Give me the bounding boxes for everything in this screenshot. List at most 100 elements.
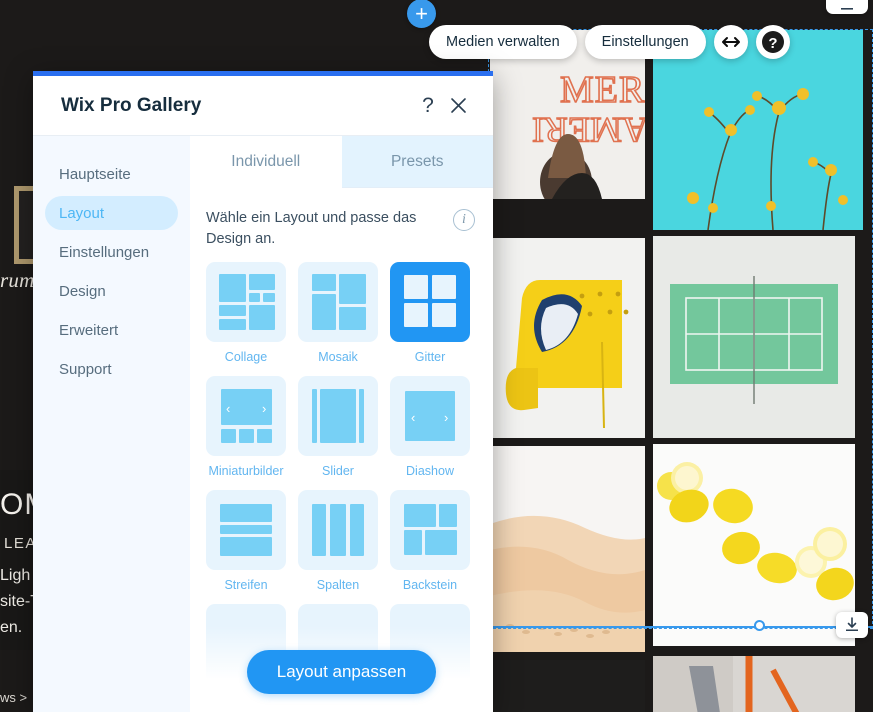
chevron-right-icon: › <box>262 401 267 416</box>
layout-option-spalten[interactable]: Spalten <box>298 490 378 592</box>
layout-option-label: Gitter <box>414 350 446 364</box>
yellow-sofa-photo <box>490 238 645 438</box>
add-element-button[interactable]: + <box>407 0 436 28</box>
gallery-tile-yellow-sofa[interactable] <box>490 238 645 438</box>
green-tennis-court-photo <box>653 236 855 438</box>
layout-option-diashow[interactable]: ‹ › Diashow <box>390 376 470 478</box>
mosaik-thumbnail <box>298 262 378 342</box>
left-site-line-3: en. <box>0 619 23 636</box>
layout-option-mosaik[interactable]: Mosaik <box>298 262 378 364</box>
slider-thumbnail <box>298 376 378 456</box>
chevron-right-icon: › <box>444 410 449 425</box>
gallery-tile-lemons[interactable] <box>653 444 855 646</box>
sidebar-item-label: Hauptseite <box>59 165 131 183</box>
settings-label: Einstellungen <box>601 34 689 50</box>
close-x-icon <box>450 98 466 113</box>
dialog-tabs[interactable]: Individuell Presets <box>190 136 493 188</box>
layout-option-label: Streifen <box>224 578 268 592</box>
layout-option-label: Mosaik <box>318 350 358 364</box>
info-circle-icon[interactable]: i <box>453 209 475 231</box>
miniaturbilder-thumbnail: ‹ › <box>206 376 286 456</box>
svg-text:MERICA: MERICA <box>560 69 645 111</box>
sidebar-item-hauptseite[interactable]: Hauptseite <box>45 157 178 191</box>
sidebar-item-label: Layout <box>59 204 105 222</box>
manage-media-label: Medien verwalten <box>446 34 560 50</box>
resize-rail <box>488 626 873 628</box>
settings-button[interactable]: Einstellungen <box>584 25 706 59</box>
sidebar-item-label: Support <box>59 360 112 378</box>
gallery-tile-bicycle[interactable] <box>653 656 855 712</box>
backstein-thumbnail <box>390 490 470 570</box>
diashow-thumbnail: ‹ › <box>390 376 470 456</box>
minimize-icon <box>841 8 853 10</box>
dialog-close-button[interactable] <box>443 91 473 121</box>
svg-text:AMERI: AMERI <box>532 110 645 150</box>
gallery-tile-desert[interactable] <box>490 446 645 652</box>
tab-label: Individuell <box>231 152 301 170</box>
layout-option-label: Collage <box>224 350 268 364</box>
layout-option-gitter[interactable]: Gitter <box>390 262 470 364</box>
tab-individuell[interactable]: Individuell <box>190 136 342 188</box>
left-site-footer-link[interactable]: ws > <box>0 690 27 705</box>
layout-option-label: Slider <box>322 464 354 478</box>
question-mark-circle-icon: ? <box>761 31 784 53</box>
dialog-title: Wix Pro Gallery <box>61 94 202 116</box>
layout-option-label: Backstein <box>402 578 458 592</box>
component-toolbar[interactable]: Medien verwalten Einstellungen ? <box>429 25 790 59</box>
layout-option-label: Diashow <box>406 464 454 478</box>
cta-container: Layout anpassen <box>190 650 493 694</box>
tab-presets[interactable]: Presets <box>341 136 493 188</box>
sidebar-item-einstellungen[interactable]: Einstellungen <box>45 235 178 269</box>
dialog-body: Hauptseite Layout Einstellungen Design E… <box>33 136 493 712</box>
layout-option-label: Spalten <box>316 578 360 592</box>
pro-gallery-preview[interactable]: MERICA AMERI <box>490 30 873 712</box>
selection-handle-bottom[interactable] <box>754 620 765 631</box>
sidebar-item-support[interactable]: Support <box>45 352 178 386</box>
help-button[interactable]: ? <box>755 25 790 59</box>
left-site-line-1: Ligh <box>0 567 31 584</box>
wix-pro-gallery-dialog[interactable]: Wix Pro Gallery ? Hauptseite Layout Eins… <box>33 71 493 712</box>
download-icon <box>846 617 858 631</box>
layout-option-slider[interactable]: Slider <box>298 376 378 478</box>
plus-icon: + <box>415 0 428 26</box>
layout-option-collage[interactable]: Collage <box>206 262 286 364</box>
sidebar-item-label: Design <box>59 282 106 300</box>
download-button[interactable] <box>836 612 868 638</box>
dialog-help-button[interactable]: ? <box>413 91 443 121</box>
dialog-sidebar[interactable]: Hauptseite Layout Einstellungen Design E… <box>33 136 190 712</box>
bicycle-photo <box>653 656 855 712</box>
intro-row: Wähle ein Layout und passe das Design an… <box>190 188 493 256</box>
sidebar-item-erweitert[interactable]: Erweitert <box>45 313 178 347</box>
chevron-left-icon: ‹ <box>411 410 416 425</box>
minimize-button[interactable] <box>826 0 868 14</box>
desert-dunes-photo <box>490 446 645 652</box>
layout-options-grid: Collage Mosaik Gitter ‹ › Miniaturbilder… <box>206 262 477 692</box>
layout-option-label: Miniaturbilder <box>208 464 284 478</box>
intro-text: Wähle ein Layout und passe das Design an… <box>206 210 417 247</box>
gallery-tile-yellow-flowers[interactable] <box>653 30 863 230</box>
sidebar-item-label: Einstellungen <box>59 243 150 261</box>
arrows-horizontal-icon <box>721 37 740 47</box>
chevron-left-icon: ‹ <box>226 401 231 416</box>
svg-text:?: ? <box>768 35 777 52</box>
sidebar-item-design[interactable]: Design <box>45 274 178 308</box>
layout-option-miniaturbilder[interactable]: ‹ › Miniaturbilder <box>206 376 286 478</box>
gallery-tile-tennis-court[interactable] <box>653 236 855 438</box>
question-mark-icon: ? <box>422 93 434 117</box>
dialog-header: Wix Pro Gallery ? <box>33 76 493 136</box>
streifen-thumbnail <box>206 490 286 570</box>
layout-options-scroll[interactable]: Collage Mosaik Gitter ‹ › Miniaturbilder… <box>190 256 493 712</box>
gitter-thumbnail <box>390 262 470 342</box>
manage-media-button[interactable]: Medien verwalten <box>429 25 577 59</box>
stretch-button[interactable] <box>713 25 748 59</box>
tab-label: Presets <box>390 152 444 170</box>
spalten-thumbnail <box>298 490 378 570</box>
lemons-on-white-photo <box>653 444 855 646</box>
gallery-tile-dark[interactable] <box>490 660 645 712</box>
customize-layout-button[interactable]: Layout anpassen <box>246 650 437 694</box>
layout-option-backstein[interactable]: Backstein <box>390 490 470 592</box>
sidebar-item-layout[interactable]: Layout <box>45 196 178 230</box>
layout-option-streifen[interactable]: Streifen <box>206 490 286 592</box>
yellow-flowers-teal-sky-photo <box>653 30 863 230</box>
dialog-content: Individuell Presets Wähle ein Layout und… <box>190 136 493 712</box>
